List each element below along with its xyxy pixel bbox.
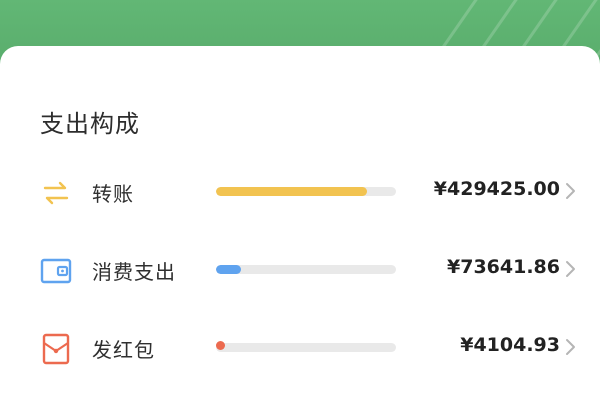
chevron-right-icon — [564, 258, 578, 280]
progress-fill — [216, 187, 368, 196]
progress-bar — [216, 187, 396, 196]
expense-amount: ¥429425.00 — [433, 178, 560, 200]
expense-row-red-packet[interactable]: 发红包 ¥4104.93 — [0, 322, 600, 374]
red-envelope-icon — [40, 333, 72, 365]
expense-row-label: 消费支出 — [92, 260, 176, 284]
expense-row-label: 转账 — [92, 182, 134, 206]
expense-row-label: 发红包 — [92, 338, 155, 362]
chevron-right-icon — [564, 336, 578, 358]
expense-row-consumption[interactable]: 消费支出 ¥73641.86 — [0, 244, 600, 296]
expense-amount: ¥73641.86 — [447, 256, 560, 278]
expense-row-transfer[interactable]: 转账 ¥429425.00 — [0, 166, 600, 218]
transfer-arrows-icon — [40, 177, 72, 209]
wallet-icon — [40, 255, 72, 287]
progress-fill — [216, 265, 242, 274]
expense-amount: ¥4104.93 — [460, 334, 560, 356]
progress-bar — [216, 265, 396, 274]
progress-dot — [216, 341, 225, 350]
section-title: 支出构成 — [40, 110, 140, 138]
progress-bar — [216, 343, 396, 352]
expense-composition-card: 支出构成 转账 ¥429425.00 消费支出 ¥73641.86 发红包 ¥4… — [0, 46, 600, 400]
chevron-right-icon — [564, 180, 578, 202]
